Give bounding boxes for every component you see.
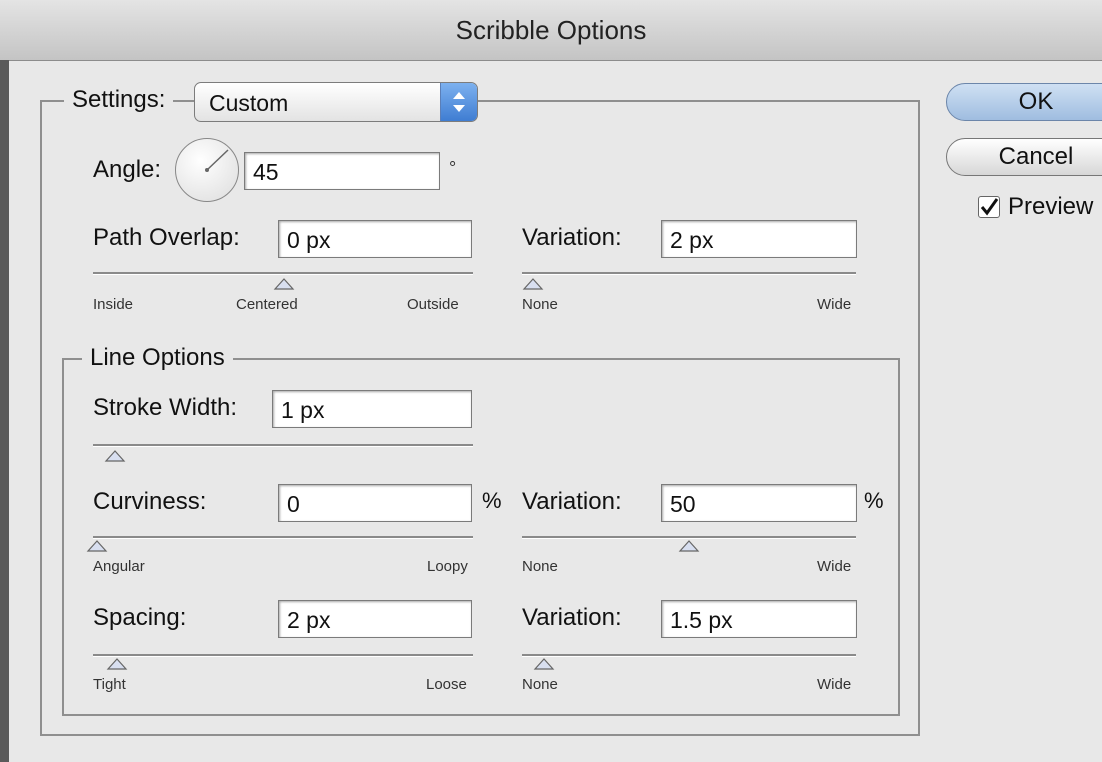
- angle-input[interactable]: 45: [244, 152, 440, 190]
- dialog-left-edge: [0, 60, 9, 762]
- angle-dial[interactable]: [175, 138, 239, 202]
- curviness-variation-min-label: None: [522, 558, 558, 575]
- path-overlap-slider-thumb[interactable]: [273, 278, 295, 290]
- spacing-variation-min-label: None: [522, 676, 558, 693]
- dialog-title-bar: Scribble Options: [0, 0, 1102, 61]
- spacing-variation-input[interactable]: 1.5 px: [661, 600, 857, 638]
- curviness-label: Curviness:: [93, 488, 207, 515]
- spacing-input[interactable]: 2 px: [278, 600, 472, 638]
- path-overlap-variation-slider-track[interactable]: [522, 272, 856, 275]
- path-overlap-variation-max-label: Wide: [817, 296, 852, 313]
- curviness-variation-slider-thumb[interactable]: [678, 540, 700, 552]
- spacing-max-label: Loose: [426, 676, 467, 693]
- curviness-variation-label: Variation:: [522, 488, 622, 515]
- path-overlap-variation-input[interactable]: 2 px: [661, 220, 857, 258]
- dialog-title: Scribble Options: [455, 15, 647, 45]
- curviness-unit: %: [482, 488, 502, 513]
- spacing-variation-max-label: Wide: [817, 676, 852, 693]
- spacing-slider-track[interactable]: [93, 654, 473, 657]
- path-overlap-variation-min-label: None: [522, 296, 558, 313]
- path-overlap-variation-slider-thumb[interactable]: [522, 278, 544, 290]
- angle-dial-needle-icon: [205, 149, 229, 172]
- path-overlap-variation-label: Variation:: [522, 224, 622, 251]
- spacing-slider-thumb[interactable]: [106, 658, 128, 670]
- preview-label[interactable]: Preview: [1008, 193, 1093, 221]
- curviness-variation-unit: %: [864, 488, 884, 513]
- curviness-slider-track[interactable]: [93, 536, 473, 539]
- curviness-input[interactable]: 0: [278, 484, 472, 522]
- angle-label: Angle:: [93, 156, 162, 183]
- path-overlap-slider-track[interactable]: [93, 272, 473, 275]
- spacing-variation-label: Variation:: [522, 604, 622, 631]
- checkmark-icon: [980, 198, 999, 216]
- settings-dropdown[interactable]: Custom: [194, 82, 478, 122]
- stroke-width-slider-track[interactable]: [93, 444, 473, 447]
- stroke-width-input[interactable]: 1 px: [272, 390, 472, 428]
- path-overlap-max-label: Outside: [407, 296, 459, 313]
- settings-dropdown-value: Custom: [209, 90, 289, 116]
- spacing-min-label: Tight: [93, 676, 126, 693]
- cancel-button[interactable]: Cancel: [946, 138, 1102, 176]
- stroke-width-slider-thumb[interactable]: [104, 450, 126, 462]
- spacing-variation-slider-track[interactable]: [522, 654, 856, 657]
- dropdown-arrows-icon: [440, 83, 477, 121]
- curviness-variation-max-label: Wide: [817, 558, 852, 575]
- stroke-width-label: Stroke Width:: [93, 394, 238, 421]
- preview-checkbox[interactable]: [978, 196, 1000, 218]
- line-options-title: Line Options: [82, 344, 233, 372]
- curviness-slider-thumb[interactable]: [86, 540, 108, 552]
- angle-unit: °: [449, 158, 457, 178]
- path-overlap-input[interactable]: 0 px: [278, 220, 472, 258]
- path-overlap-mid-label: Centered: [236, 296, 298, 313]
- path-overlap-min-label: Inside: [93, 296, 134, 313]
- curviness-variation-slider-track[interactable]: [522, 536, 856, 539]
- curviness-max-label: Loopy: [427, 558, 468, 575]
- curviness-variation-input[interactable]: 50: [661, 484, 857, 522]
- spacing-label: Spacing:: [93, 604, 187, 631]
- curviness-min-label: Angular: [93, 558, 145, 575]
- spacing-variation-slider-thumb[interactable]: [533, 658, 555, 670]
- ok-button[interactable]: OK: [946, 83, 1102, 121]
- path-overlap-label: Path Overlap:: [93, 224, 240, 251]
- settings-label: Settings:: [64, 86, 174, 114]
